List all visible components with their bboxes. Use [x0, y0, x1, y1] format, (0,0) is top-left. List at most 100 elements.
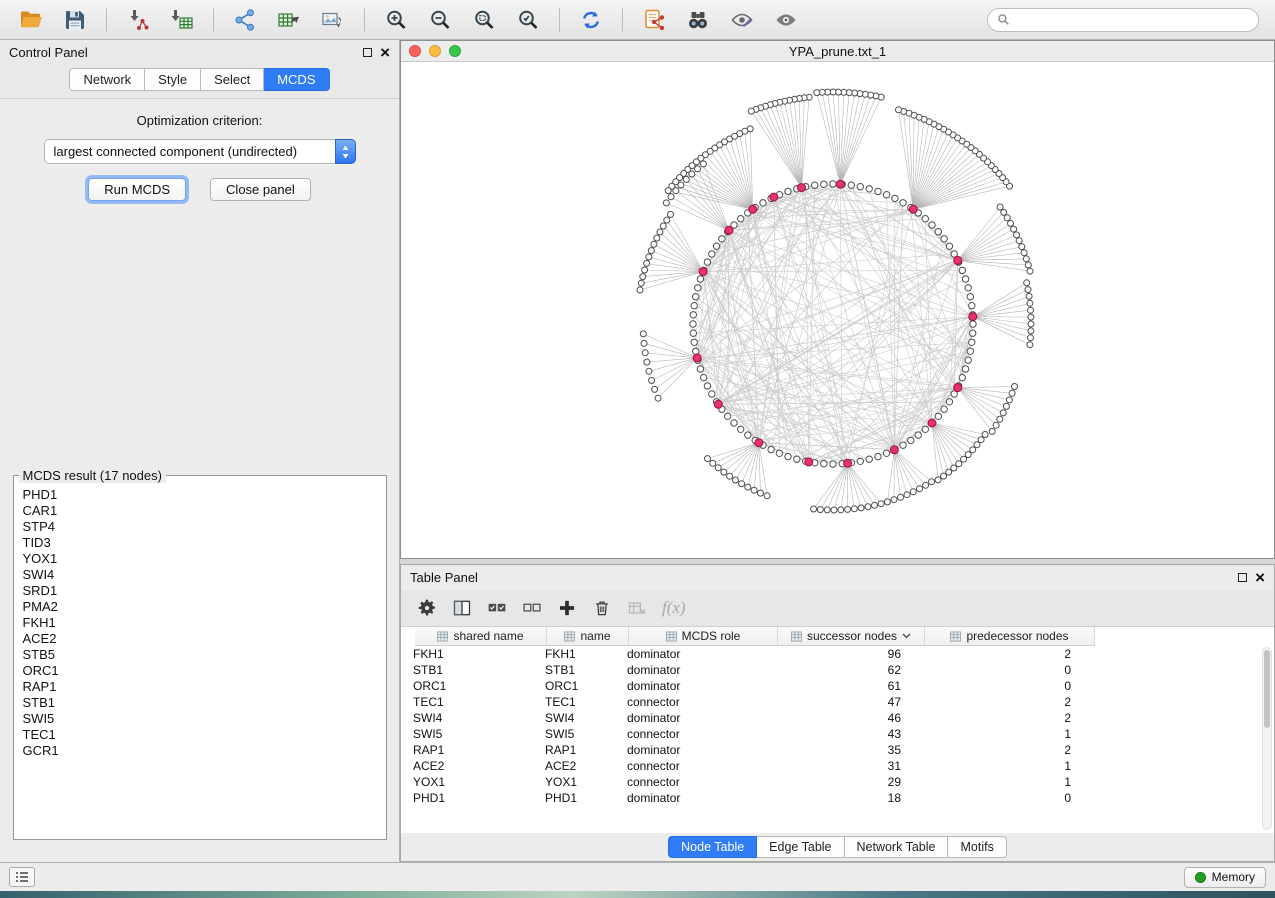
open-file-button[interactable] — [10, 4, 52, 36]
cell-shared_name: TEC1 — [401, 695, 533, 709]
column-header-name[interactable]: name — [547, 627, 629, 646]
mcds-result-item[interactable]: FKH1 — [23, 615, 386, 631]
cell-shared_name: STB1 — [401, 663, 533, 677]
table-row[interactable]: TEC1TEC1connector472 — [401, 694, 1274, 710]
window-maximize-icon[interactable] — [449, 45, 461, 57]
memory-button[interactable]: Memory — [1184, 867, 1266, 888]
clipboard-share-icon — [642, 8, 666, 32]
table-row[interactable]: PHD1PHD1dominator180 — [401, 790, 1274, 806]
control-panel: Control Panel × NetworkStyleSelectMCDS O… — [0, 40, 400, 862]
apply-layout-button[interactable] — [570, 4, 612, 36]
cell-successor_nodes: 35 — [764, 743, 911, 757]
network-window-titlebar: YPA_prune.txt_1 — [401, 41, 1274, 62]
mcds-result-item[interactable]: ACE2 — [23, 631, 386, 647]
memory-label: Memory — [1212, 870, 1255, 884]
dropdown-stepper-icon — [335, 139, 356, 164]
column-header-shared-name[interactable]: shared name — [415, 627, 547, 646]
tab-select[interactable]: Select — [201, 68, 264, 91]
mcds-result-item[interactable]: STP4 — [23, 519, 386, 535]
table-settings-button[interactable] — [417, 598, 437, 618]
import-network-button[interactable] — [117, 4, 159, 36]
mcds-result-item[interactable]: CAR1 — [23, 503, 386, 519]
unselect-all-columns-button[interactable] — [522, 598, 542, 618]
task-history-button[interactable] — [9, 867, 35, 887]
annotation-mode-button[interactable] — [721, 4, 763, 36]
mcds-result-item[interactable]: SRD1 — [23, 583, 386, 599]
binoculars-icon — [686, 8, 710, 32]
tab-style[interactable]: Style — [145, 68, 201, 91]
show-columns-button[interactable] — [452, 598, 472, 618]
search-all-button[interactable] — [677, 4, 719, 36]
global-search-box[interactable] — [987, 8, 1259, 32]
column-header-predecessor-nodes[interactable]: predecessor nodes — [925, 627, 1095, 646]
cell-mcds_role: dominator — [615, 647, 764, 661]
optimization-criterion-select[interactable]: largest connected component (undirected) — [44, 139, 356, 164]
mcds-result-item[interactable]: STB5 — [23, 647, 386, 663]
delete-table-button[interactable] — [627, 598, 647, 618]
mcds-result-item[interactable]: TID3 — [23, 535, 386, 551]
close-panel-icon[interactable]: × — [380, 46, 390, 60]
mcds-result-item[interactable]: SWI5 — [23, 711, 386, 727]
show-graphics-details-button[interactable] — [765, 4, 807, 36]
mcds-result-item[interactable]: GCR1 — [23, 743, 386, 759]
zoom-selected-button[interactable] — [507, 4, 549, 36]
run-mcds-button[interactable]: Run MCDS — [88, 178, 186, 201]
mcds-result-item[interactable]: RAP1 — [23, 679, 386, 695]
table-row[interactable]: STB1STB1dominator620 — [401, 662, 1274, 678]
import-table-button[interactable] — [161, 4, 203, 36]
close-panel-button[interactable]: Close panel — [210, 178, 311, 201]
select-all-columns-button[interactable] — [487, 598, 507, 618]
export-image-button[interactable] — [312, 4, 354, 36]
window-close-icon[interactable] — [409, 45, 421, 57]
scrollbar-thumb[interactable] — [1264, 650, 1270, 728]
close-panel-icon[interactable]: × — [1255, 571, 1265, 585]
table-row[interactable]: ORC1ORC1dominator610 — [401, 678, 1274, 694]
mcds-result-item[interactable]: PHD1 — [23, 487, 386, 503]
export-table-icon — [277, 8, 301, 32]
float-panel-icon[interactable] — [1238, 573, 1247, 582]
export-table-button[interactable] — [268, 4, 310, 36]
table-row[interactable]: FKH1FKH1dominator962 — [401, 646, 1274, 662]
column-header-MCDS-role[interactable]: MCDS role — [629, 627, 778, 646]
function-builder-button[interactable]: f(x) — [662, 598, 686, 618]
mcds-result-item[interactable]: STB1 — [23, 695, 386, 711]
table-row[interactable]: SWI5SWI5connector431 — [401, 726, 1274, 742]
mcds-result-item[interactable]: TEC1 — [23, 727, 386, 743]
table-tab-motifs[interactable]: Motifs — [948, 836, 1006, 858]
window-minimize-icon[interactable] — [429, 45, 441, 57]
delete-columns-button[interactable] — [592, 598, 612, 618]
table-row[interactable]: SWI4SWI4dominator462 — [401, 710, 1274, 726]
new-network-button[interactable] — [224, 4, 266, 36]
mcds-result-item[interactable]: SWI4 — [23, 567, 386, 583]
table-row[interactable]: RAP1RAP1dominator352 — [401, 742, 1274, 758]
table-row[interactable]: ACE2ACE2connector311 — [401, 758, 1274, 774]
status-bar: Memory — [0, 862, 1275, 891]
float-panel-icon[interactable] — [363, 48, 372, 57]
network-graph[interactable] — [401, 62, 1268, 556]
zoom-fit-button[interactable] — [463, 4, 505, 36]
table-tab-network-table[interactable]: Network Table — [845, 836, 949, 858]
network-canvas[interactable] — [401, 62, 1274, 558]
cell-successor_nodes: 31 — [764, 759, 911, 773]
table-tab-node-table[interactable]: Node Table — [668, 836, 757, 858]
table-row[interactable]: YOX1YOX1connector291 — [401, 774, 1274, 790]
tab-mcds[interactable]: MCDS — [264, 68, 329, 91]
zoom-out-button[interactable] — [419, 4, 461, 36]
tab-network[interactable]: Network — [69, 68, 145, 91]
search-input[interactable] — [1016, 13, 1249, 27]
save-session-button[interactable] — [54, 4, 96, 36]
table-tab-edge-table[interactable]: Edge Table — [757, 836, 844, 858]
cell-mcds_role: dominator — [615, 743, 764, 757]
mcds-result-item[interactable]: YOX1 — [23, 551, 386, 567]
copy-style-button[interactable] — [633, 4, 675, 36]
network-view-window: YPA_prune.txt_1 — [400, 40, 1275, 559]
mcds-result-item[interactable]: PMA2 — [23, 599, 386, 615]
cell-shared_name: SWI5 — [401, 727, 533, 741]
search-icon — [997, 13, 1010, 26]
create-column-button[interactable] — [557, 598, 577, 618]
column-header-successor-nodes[interactable]: successor nodes — [778, 627, 925, 646]
zoom-fit-icon — [472, 8, 496, 32]
zoom-in-button[interactable] — [375, 4, 417, 36]
mcds-result-item[interactable]: ORC1 — [23, 663, 386, 679]
table-scrollbar[interactable] — [1262, 647, 1272, 830]
